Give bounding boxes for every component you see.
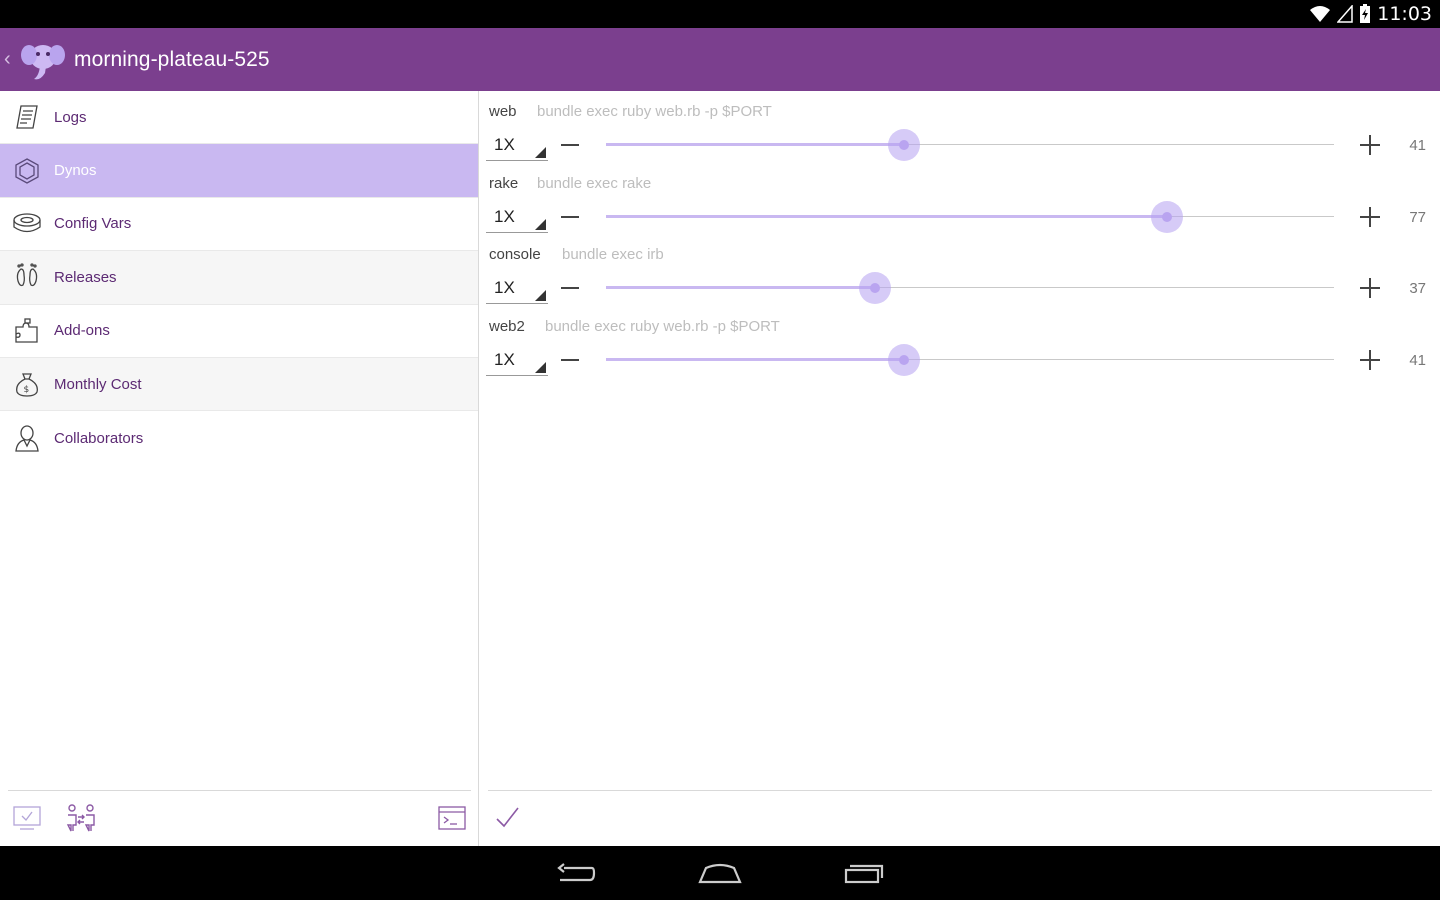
dyno-name: web [489, 103, 517, 120]
dropdown-corner-icon [535, 147, 546, 158]
system-nav-bar [0, 846, 1440, 900]
slider-thumb[interactable] [888, 129, 920, 161]
sidebar-item-label: Monthly Cost [54, 375, 142, 393]
slider-fill [606, 286, 875, 289]
sidebar-item-logs[interactable]: Logs [0, 91, 478, 145]
terminal-icon [438, 806, 466, 830]
logs-icon [12, 102, 42, 132]
signal-icon [1337, 5, 1353, 23]
slider-thumb[interactable] [859, 272, 891, 304]
sidebar-item-add-ons[interactable]: Add-ons [0, 305, 478, 358]
monitor-check-button[interactable] [11, 802, 43, 834]
terminal-button[interactable] [436, 802, 468, 834]
dyno-slider[interactable] [606, 343, 1334, 376]
dyno-command: bundle exec irb [562, 246, 664, 263]
dyno-row: web2 bundle exec ruby web.rb -p $PORT 1X… [480, 306, 1440, 377]
dyno-name: rake [489, 174, 519, 192]
dyno-row: console bundle exec irb 1X 37 [480, 234, 1440, 305]
back-icon[interactable] [554, 860, 598, 886]
dyno-slider[interactable] [606, 272, 1334, 304]
sidebar-item-label: Config Vars [54, 215, 132, 233]
people-transfer-icon [66, 804, 95, 832]
dyno-size-select[interactable]: 1X [486, 207, 548, 233]
money-bag-icon: $ [12, 369, 42, 399]
dyno-size-value: 1X [494, 278, 515, 297]
sidebar-item-label: Releases [54, 268, 117, 286]
sidebar: Logs Dynos Config Vars Releases Add-ons … [0, 91, 479, 846]
dropdown-corner-icon [535, 361, 546, 373]
dyno-size-value: 1X [494, 206, 515, 226]
battery-charging-icon [1360, 4, 1371, 23]
slider-fill [606, 214, 1167, 218]
increment-button[interactable] [1360, 206, 1380, 227]
dropdown-corner-icon [535, 218, 546, 230]
sidebar-item-label: Add-ons [54, 322, 110, 340]
sidebar-item-releases[interactable]: Releases [0, 251, 478, 305]
dyno-command: bundle exec rake [537, 174, 652, 192]
decrement-button[interactable] [561, 287, 579, 289]
dyno-command: bundle exec ruby web.rb -p $PORT [537, 103, 772, 120]
svg-text:$: $ [24, 385, 30, 395]
wifi-icon [1310, 6, 1331, 22]
sidebar-item-label: Logs [54, 108, 87, 126]
dyno-size-value: 1X [494, 349, 515, 369]
dyno-name: web2 [489, 317, 525, 335]
status-bar: 11:03 [0, 0, 1440, 28]
checkmark-icon[interactable] [494, 804, 522, 832]
increment-button[interactable] [1360, 278, 1380, 298]
back-chevron-icon[interactable]: ‹ [4, 48, 16, 71]
action-bar: ‹ morning-plateau-525 [0, 28, 1440, 91]
dyno-command: bundle exec ruby web.rb -p $PORT [545, 317, 780, 335]
sidebar-item-config-vars[interactable]: Config Vars [0, 198, 478, 252]
dyno-slider[interactable] [606, 200, 1334, 233]
dyno-size-value: 1X [494, 135, 515, 154]
recents-icon[interactable] [842, 860, 886, 886]
sidebar-footer [0, 790, 479, 846]
slider-fill [606, 357, 904, 361]
increment-button[interactable] [1360, 135, 1380, 155]
dyno-count: 41 [1409, 137, 1426, 154]
sidebar-item-dynos[interactable]: Dynos [0, 144, 478, 198]
sidebar-item-monthly-cost[interactable]: $ Monthly Cost [0, 357, 478, 412]
dyno-size-select[interactable]: 1X [486, 278, 548, 304]
dyno-row: web bundle exec ruby web.rb -p $PORT 1X … [480, 91, 1440, 162]
main-footer [480, 790, 1440, 846]
dyno-name: console [489, 246, 541, 263]
dyno-count: 41 [1409, 351, 1426, 369]
dynos-panel: web bundle exec ruby web.rb -p $PORT 1X … [480, 91, 1440, 846]
sidebar-item-collaborators[interactable]: Collaborators [0, 411, 478, 464]
home-icon[interactable] [698, 860, 742, 886]
dyno-size-select[interactable]: 1X [486, 135, 548, 161]
decrement-button[interactable] [561, 144, 579, 146]
decrement-button[interactable] [561, 215, 579, 218]
dyno-count: 77 [1409, 208, 1426, 226]
dyno-count: 37 [1409, 280, 1426, 297]
divider [8, 790, 471, 791]
clock: 11:03 [1377, 3, 1432, 25]
slider-thumb[interactable] [888, 343, 920, 376]
config-vars-icon [12, 209, 42, 239]
app-title: morning-plateau-525 [74, 47, 270, 71]
footprints-icon [12, 262, 42, 292]
slider-fill [606, 143, 904, 146]
hexagon-icon [12, 156, 42, 186]
elephant-logo-icon[interactable] [18, 35, 68, 85]
slider-thumb[interactable] [1151, 200, 1183, 233]
dropdown-corner-icon [535, 290, 546, 301]
sidebar-item-label: Dynos [54, 162, 97, 180]
puzzle-icon [12, 316, 42, 346]
person-icon [12, 423, 42, 453]
people-transfer-button[interactable] [65, 802, 97, 834]
monitor-check-icon [13, 806, 41, 830]
dyno-slider[interactable] [606, 129, 1334, 161]
sidebar-item-label: Collaborators [54, 429, 144, 447]
increment-button[interactable] [1360, 349, 1380, 370]
dyno-size-select[interactable]: 1X [486, 350, 548, 376]
divider [488, 790, 1432, 791]
dyno-row: rake bundle exec rake 1X 77 [480, 163, 1440, 234]
decrement-button[interactable] [561, 358, 579, 361]
